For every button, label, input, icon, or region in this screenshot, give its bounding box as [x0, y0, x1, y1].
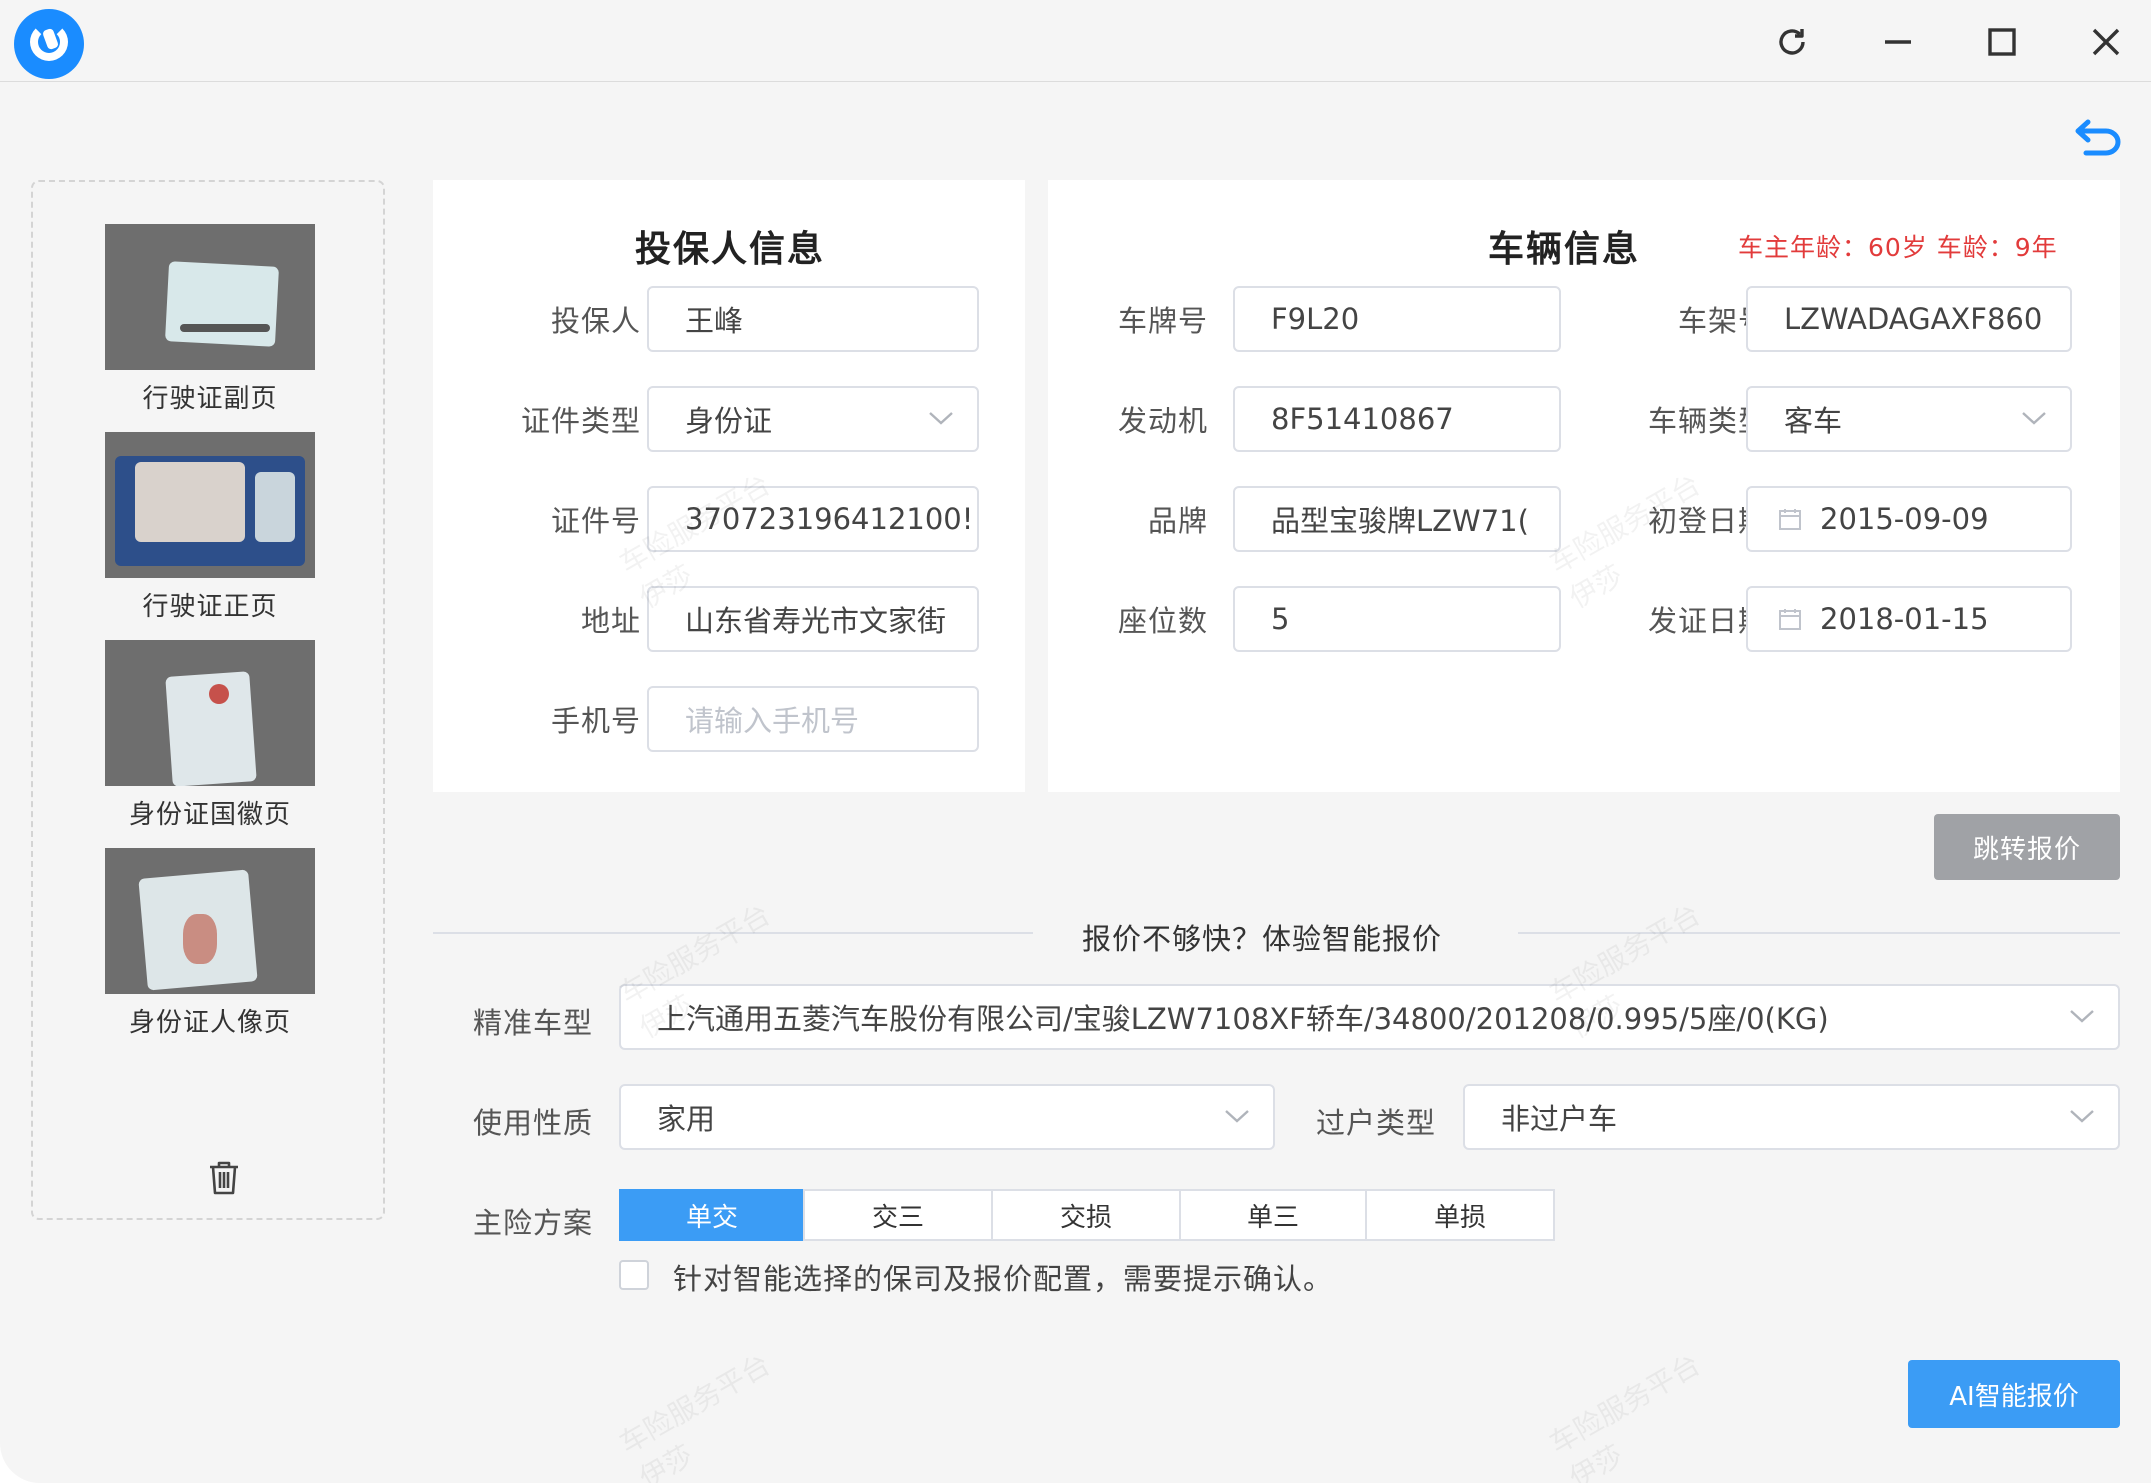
- id-type-label: 证件类型: [520, 404, 641, 438]
- thumbnail-panel: 行驶证副页 行驶证正页 身份证国徽页 身份证人像页: [31, 180, 385, 1220]
- vehicle-info-panel: 车辆信息 车主年龄：60岁 车龄：9年 车牌号 F9L20 发动机 8F5141…: [1048, 180, 2120, 792]
- vehicle-type-select[interactable]: 客车: [1746, 386, 2072, 452]
- usage-value: 家用: [657, 1102, 716, 1136]
- minimize-icon[interactable]: [1870, 14, 1926, 70]
- precise-model-select[interactable]: 上汽通用五菱汽车股份有限公司/宝骏LZW7108XF轿车/34800/20120…: [619, 984, 2120, 1050]
- thumbnail-image: [105, 224, 315, 370]
- app-window: 行驶证副页 行驶证正页 身份证国徽页 身份证人像页 投保人信息 投保人 王峰 证…: [0, 0, 2151, 1483]
- chevron-down-icon: [1225, 1110, 1249, 1123]
- first-reg-value: 2015-09-09: [1820, 502, 1989, 536]
- address-label: 地址: [580, 604, 641, 638]
- ai-quote-button[interactable]: AI智能报价: [1908, 1360, 2120, 1428]
- divider-left: [433, 932, 1033, 934]
- smart-quote-divider-text: 报价不够快？体验智能报价: [1082, 922, 1443, 956]
- first-reg-date-picker[interactable]: 2015-09-09: [1746, 486, 2072, 552]
- thumbnail-image: [105, 640, 315, 786]
- issue-date-label: 发证日期: [1647, 604, 1768, 638]
- plan-option-single-damage[interactable]: 单损: [1365, 1189, 1555, 1241]
- plan-option-compulsory-third[interactable]: 交三: [803, 1189, 993, 1241]
- refresh-icon[interactable]: [1764, 14, 1820, 70]
- thumbnail-image: [105, 848, 315, 994]
- transfer-select[interactable]: 非过户车: [1463, 1084, 2120, 1150]
- thumbnail-caption: 行驶证正页: [142, 592, 278, 622]
- thumbnail-caption: 行驶证副页: [142, 384, 278, 414]
- thumbnail-caption: 身份证人像页: [128, 1008, 291, 1038]
- thumbnail-driving-license-back[interactable]: 行驶证副页: [105, 224, 315, 415]
- brand-input[interactable]: 品型宝骏牌LZW71(: [1233, 486, 1561, 552]
- usage-label: 使用性质: [472, 1106, 593, 1140]
- engine-input[interactable]: 8F51410867: [1233, 386, 1561, 452]
- id-number-input[interactable]: 370723196412100!: [647, 486, 979, 552]
- thumbnail-id-card-portrait[interactable]: 身份证人像页: [105, 848, 315, 1039]
- divider-right: [1518, 932, 2120, 934]
- thumbnail-caption: 身份证国徽页: [128, 800, 291, 830]
- confirm-checkbox[interactable]: [619, 1260, 649, 1290]
- calendar-icon: [1779, 609, 1801, 630]
- id-number-label: 证件号: [550, 504, 641, 538]
- plan-label: 主险方案: [472, 1206, 593, 1240]
- plate-input[interactable]: F9L20: [1233, 286, 1561, 352]
- vehicle-type-label: 车辆类型: [1647, 404, 1768, 438]
- issue-date-value: 2018-01-15: [1820, 602, 1989, 636]
- issue-date-picker[interactable]: 2018-01-15: [1746, 586, 2072, 652]
- plan-option-single-third[interactable]: 单三: [1179, 1189, 1367, 1241]
- plate-label: 车牌号: [1117, 304, 1208, 338]
- trash-icon[interactable]: [207, 1160, 241, 1196]
- vin-input[interactable]: LZWADAGAXF860: [1746, 286, 2072, 352]
- vin-label: 车架号: [1677, 304, 1768, 338]
- phone-input[interactable]: 请输入手机号: [647, 686, 979, 752]
- plan-option-single-compulsory[interactable]: 单交: [619, 1189, 805, 1241]
- watermark: 车险服务平台伊莎: [1543, 1347, 1706, 1483]
- precise-model-label: 精准车型: [472, 1006, 593, 1040]
- applicant-info-panel: 投保人信息 投保人 王峰 证件类型 身份证 证件号 37072319641210…: [433, 180, 1025, 792]
- chevron-down-icon: [2070, 1010, 2094, 1023]
- brand-label: 品牌: [1147, 504, 1208, 538]
- first-reg-label: 初登日期: [1647, 504, 1768, 538]
- usage-select[interactable]: 家用: [619, 1084, 1275, 1150]
- transfer-label: 过户类型: [1315, 1106, 1436, 1140]
- address-input[interactable]: 山东省寿光市文家街: [647, 586, 979, 652]
- plan-radio-group: 单交 交三 交损 单三 单损: [619, 1189, 1555, 1241]
- seats-label: 座位数: [1117, 604, 1208, 638]
- title-bar: [0, 0, 2151, 82]
- chevron-down-icon: [2022, 412, 2046, 425]
- jump-quote-button[interactable]: 跳转报价: [1934, 814, 2120, 880]
- id-type-value: 身份证: [685, 404, 773, 438]
- watermark: 车险服务平台伊莎: [613, 1347, 776, 1483]
- engine-label: 发动机: [1117, 404, 1208, 438]
- chevron-down-icon: [2070, 1110, 2094, 1123]
- thumbnail-driving-license-front[interactable]: 行驶证正页: [105, 432, 315, 623]
- vehicle-type-value: 客车: [1784, 404, 1843, 438]
- applicant-name-input[interactable]: 王峰: [647, 286, 979, 352]
- applicant-section-title: 投保人信息: [635, 229, 826, 270]
- calendar-icon: [1779, 509, 1801, 530]
- id-type-select[interactable]: 身份证: [647, 386, 979, 452]
- phone-label: 手机号: [550, 704, 641, 738]
- maximize-icon[interactable]: [1974, 14, 2030, 70]
- plan-option-compulsory-damage[interactable]: 交损: [991, 1189, 1181, 1241]
- app-logo: [14, 9, 84, 79]
- owner-vehicle-age: 车主年龄：60岁 车龄：9年: [1738, 233, 2058, 262]
- thumbnail-id-card-emblem[interactable]: 身份证国徽页: [105, 640, 315, 831]
- applicant-name-label: 投保人: [550, 304, 641, 338]
- thumbnail-image: [105, 432, 315, 578]
- vehicle-section-title: 车辆信息: [1488, 229, 1641, 270]
- precise-model-value: 上汽通用五菱汽车股份有限公司/宝骏LZW7108XF轿车/34800/20120…: [657, 1002, 1829, 1036]
- seats-input[interactable]: 5: [1233, 586, 1561, 652]
- chevron-down-icon: [929, 412, 953, 425]
- close-icon[interactable]: [2078, 14, 2134, 70]
- back-icon[interactable]: [2074, 116, 2124, 156]
- confirm-text: 针对智能选择的保司及报价配置，需要提示确认。: [673, 1262, 1334, 1296]
- transfer-value: 非过户车: [1501, 1102, 1618, 1136]
